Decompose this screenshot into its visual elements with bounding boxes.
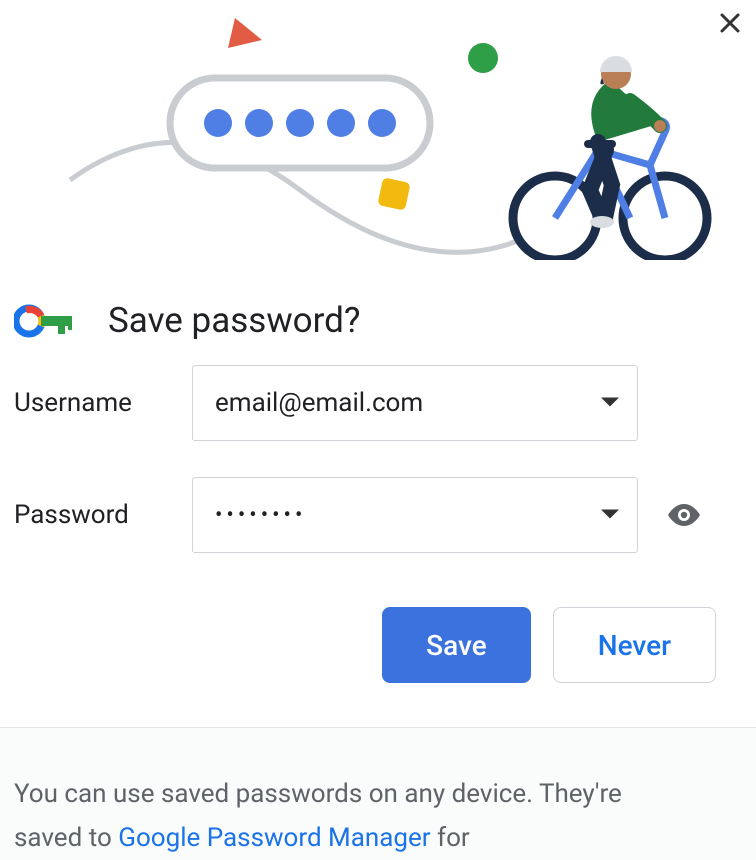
dialog-actions: Save Never bbox=[0, 589, 756, 727]
dialog-title: Save password? bbox=[108, 300, 360, 341]
eye-icon bbox=[666, 502, 702, 528]
footer-text-3: for bbox=[431, 823, 470, 853]
key-icon bbox=[14, 304, 74, 338]
credentials-form: Username Password bbox=[0, 365, 756, 553]
footer-text-2: saved to bbox=[14, 823, 118, 853]
password-label: Password bbox=[14, 500, 192, 530]
username-field[interactable] bbox=[192, 365, 638, 441]
password-field[interactable] bbox=[192, 477, 638, 553]
footer-text-1: You can use saved passwords on any devic… bbox=[14, 779, 622, 809]
hero-illustration bbox=[0, 0, 756, 260]
show-password-button[interactable] bbox=[666, 502, 702, 528]
save-button[interactable]: Save bbox=[382, 607, 531, 683]
never-button[interactable]: Never bbox=[553, 607, 716, 683]
username-label: Username bbox=[14, 388, 192, 418]
password-manager-link[interactable]: Google Password Manager bbox=[118, 823, 430, 853]
footer-info: You can use saved passwords on any devic… bbox=[0, 727, 756, 860]
